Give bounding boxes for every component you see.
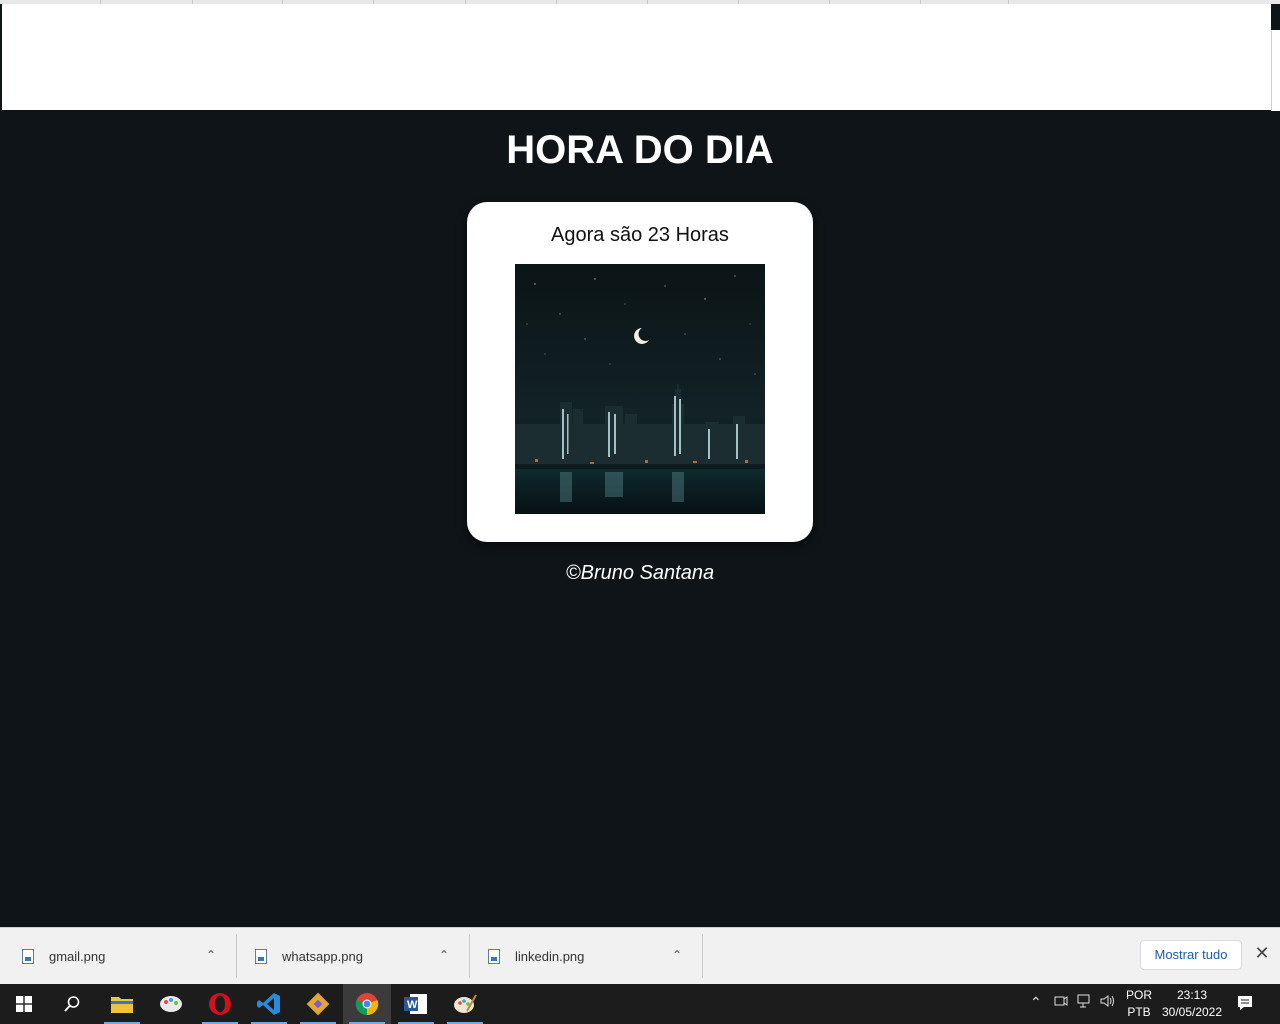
time-message: Agora são 23 Horas [551, 224, 729, 246]
show-all-button[interactable]: Mostrar tudo [1140, 940, 1242, 970]
download-filename: gmail.png [49, 948, 106, 964]
input-language[interactable]: POR PTB [1121, 987, 1157, 1021]
image-file-icon [255, 948, 267, 964]
language-code: POR [1125, 988, 1152, 1002]
night-city-image [515, 264, 765, 514]
browser-top-area [0, 0, 1280, 111]
divider [702, 934, 703, 978]
volume-icon[interactable] [1100, 994, 1116, 1011]
download-item[interactable]: gmail.png ⌃ [0, 934, 232, 978]
clock-date: 30/05/2022 [1161, 1005, 1223, 1019]
file-explorer-icon[interactable] [98, 984, 146, 1024]
time-card: Agora são 23 Horas [467, 202, 813, 542]
close-icon[interactable]: ✕ [1253, 944, 1271, 962]
clock-time: 23:13 [1176, 988, 1208, 1002]
chevron-up-icon[interactable]: ⌃ [672, 948, 682, 962]
vscode-icon[interactable] [245, 984, 293, 1024]
download-item[interactable]: linkedin.png ⌃ [466, 934, 698, 978]
paint-icon[interactable] [441, 984, 489, 1024]
image-file-icon [488, 948, 500, 964]
blank-header-area [2, 4, 1271, 110]
system-clock[interactable]: 23:13 30/05/2022 [1160, 987, 1224, 1021]
keyboard-layout: PTB [1127, 1005, 1151, 1019]
page-title: HORA DO DIA [506, 128, 774, 172]
download-shelf: gmail.png ⌃ whatsapp.png ⌃ linkedin.png … [0, 927, 1280, 984]
windows-taskbar: W ⌃ POR PTB 23:13 30/05/2022 [0, 984, 1280, 1024]
windows-start-icon[interactable] [0, 984, 48, 1024]
notification-icon[interactable] [1236, 994, 1256, 1014]
meet-now-icon[interactable] [1054, 994, 1068, 1011]
svg-text:W: W [407, 999, 418, 1011]
opera-icon[interactable] [196, 984, 244, 1024]
image-file-icon [22, 948, 34, 964]
chevron-up-icon[interactable]: ⌃ [1030, 994, 1042, 1011]
chrome-icon[interactable] [343, 984, 391, 1024]
network-icon[interactable] [1077, 994, 1093, 1011]
search-icon[interactable] [48, 984, 96, 1024]
download-filename: linkedin.png [515, 948, 585, 964]
paint-3d-icon[interactable] [147, 984, 195, 1024]
author-credit: ©Bruno Santana [565, 562, 715, 584]
download-item[interactable]: whatsapp.png ⌃ [233, 934, 465, 978]
chevron-up-icon[interactable]: ⌃ [439, 948, 449, 962]
git-icon[interactable] [294, 984, 342, 1024]
download-filename: whatsapp.png [282, 948, 363, 964]
scrollbar-edge [1271, 30, 1280, 111]
word-icon[interactable]: W [392, 984, 440, 1024]
chevron-up-icon[interactable]: ⌃ [206, 948, 216, 962]
